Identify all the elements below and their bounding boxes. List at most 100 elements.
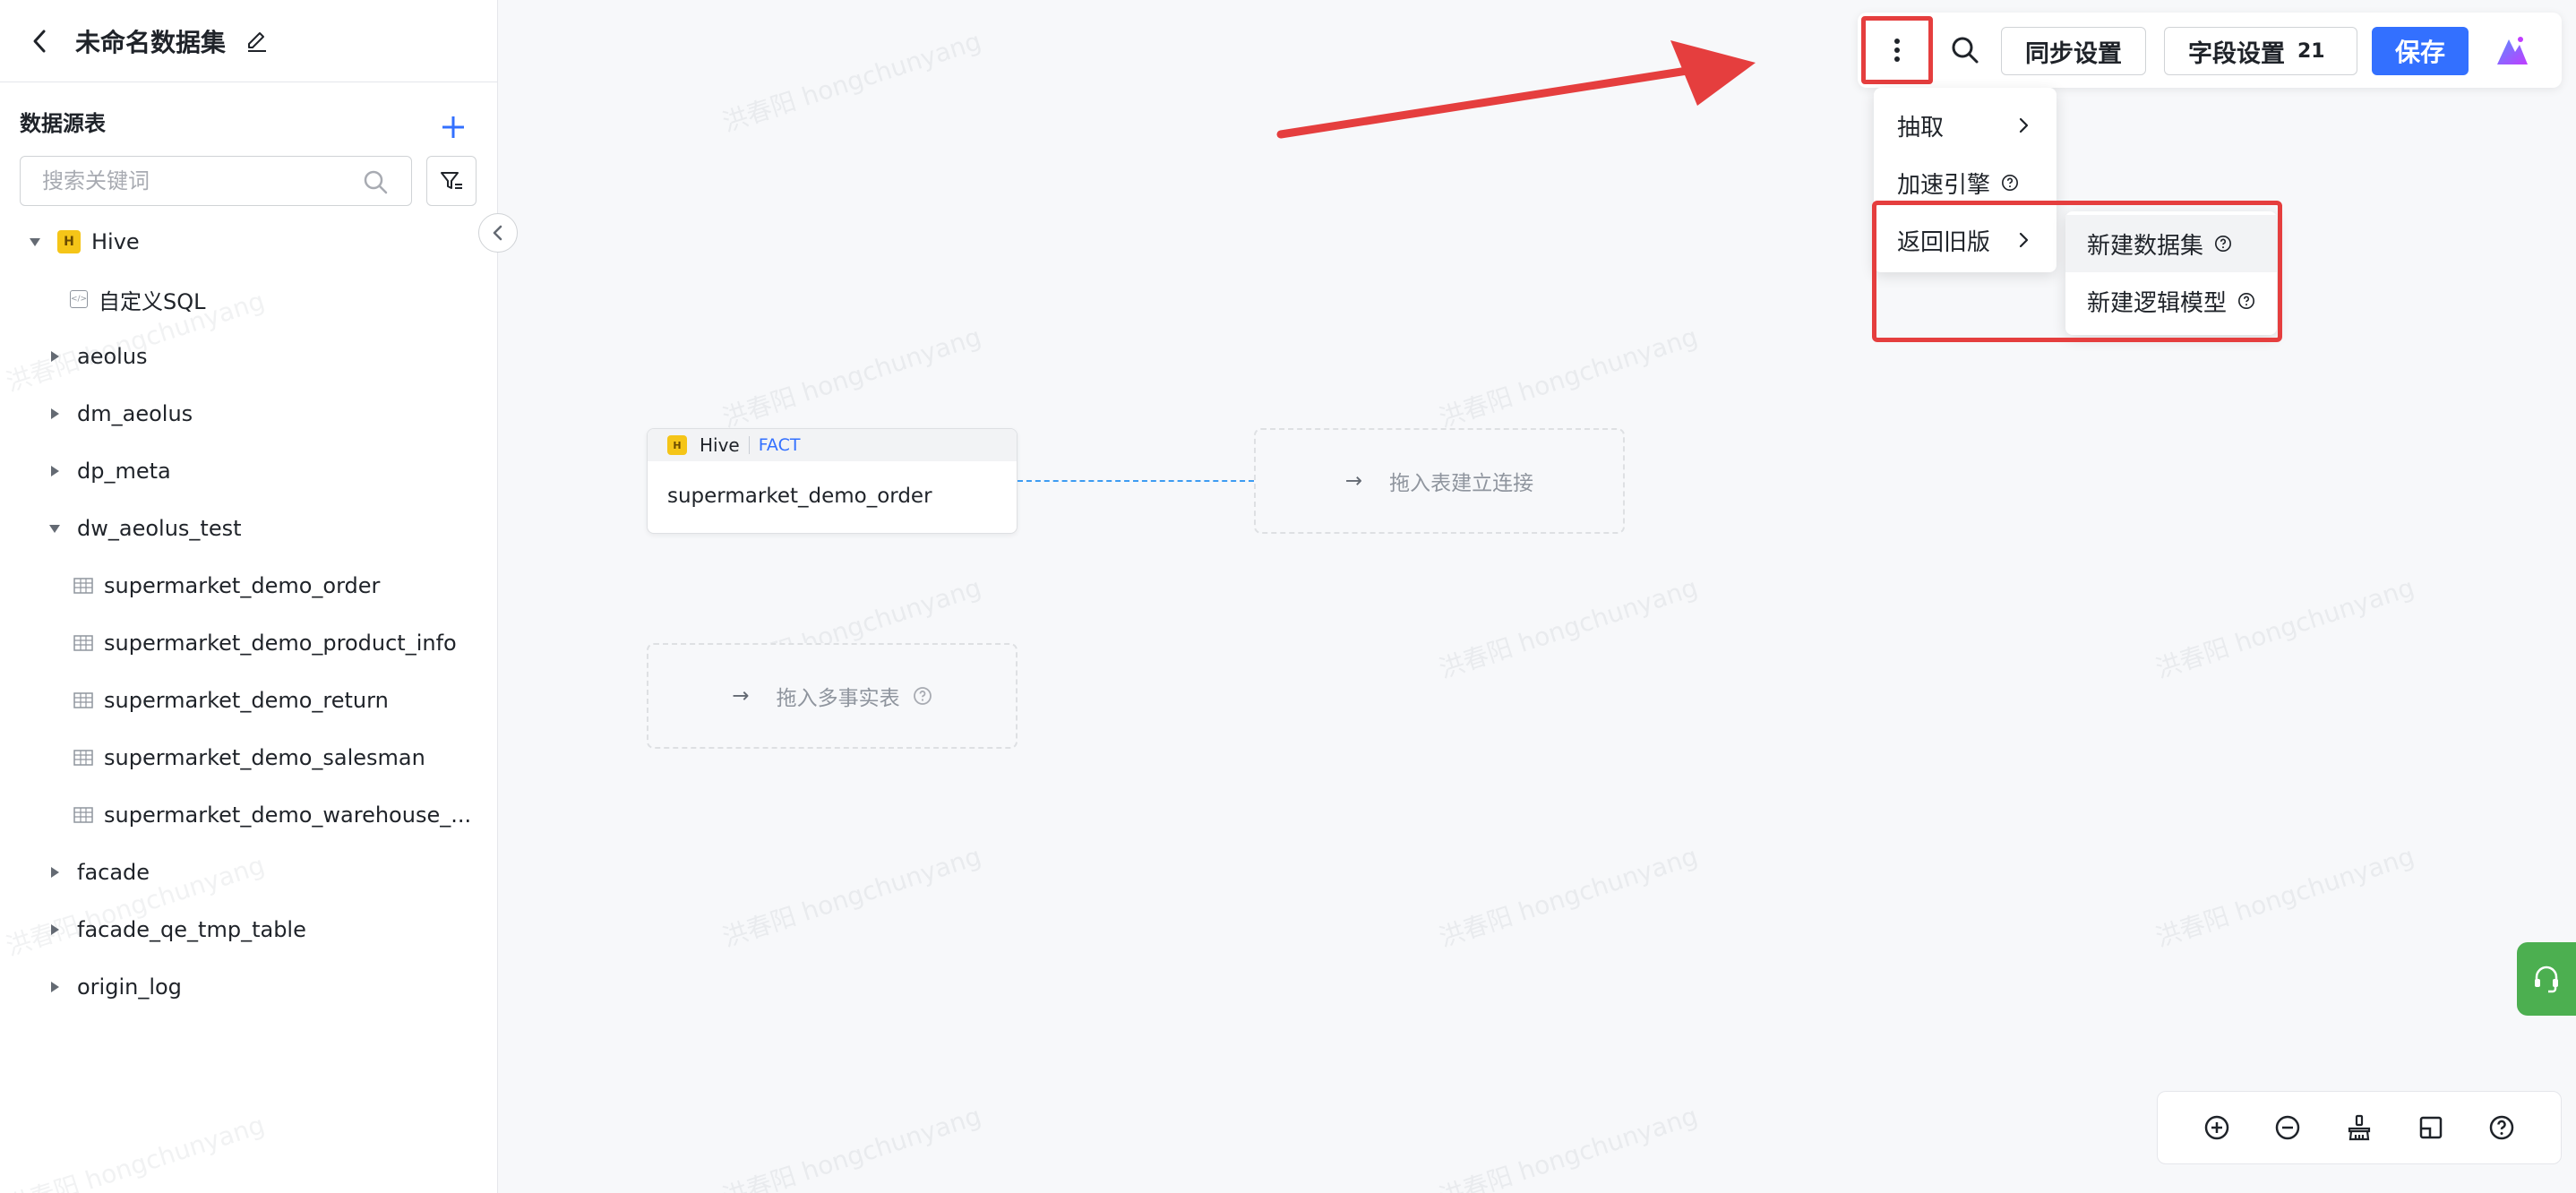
tree-db-dw-aeolus-test[interactable]: dw_aeolus_test bbox=[0, 500, 498, 557]
caret-right-icon[interactable] bbox=[48, 866, 61, 879]
fact-tag: FACT bbox=[758, 435, 801, 455]
field-settings-button[interactable]: 字段设置 21 bbox=[2164, 27, 2357, 75]
caret-right-icon[interactable] bbox=[48, 981, 61, 993]
tree-item-label: supermarket_demo_product_info bbox=[104, 631, 457, 656]
divider bbox=[748, 436, 750, 454]
tree-db-origin-log[interactable]: origin_log bbox=[0, 958, 498, 1016]
sql-icon: </> bbox=[70, 290, 88, 308]
tree-item-label: origin_log bbox=[77, 974, 182, 1000]
arrow-right-icon: → bbox=[732, 684, 750, 708]
filter-icon bbox=[441, 172, 462, 189]
sidebar-header: 未命名数据集 bbox=[0, 0, 497, 82]
annotation-arrow bbox=[1276, 40, 1756, 139]
table-icon bbox=[73, 635, 93, 651]
menu-item-extract[interactable]: 抽取 bbox=[1874, 97, 2057, 154]
tree-item-label: dm_aeolus bbox=[77, 401, 193, 426]
headset-icon bbox=[2535, 966, 2558, 993]
collapse-sidebar-button[interactable] bbox=[478, 213, 518, 253]
caret-right-icon[interactable] bbox=[48, 408, 61, 420]
watermark: 洪春阳 hongchunyang bbox=[1435, 322, 1702, 433]
tree-table[interactable]: supermarket_demo_return bbox=[0, 672, 498, 729]
caret-right-icon[interactable] bbox=[48, 350, 61, 363]
field-settings-label: 字段设置 bbox=[2188, 39, 2285, 68]
tree-root-hive[interactable]: H Hive bbox=[0, 213, 498, 270]
join-drop-zone[interactable]: → 拖入表建立连接 bbox=[1254, 428, 1625, 534]
menu-item-label: 加速引擎 bbox=[1897, 171, 1991, 199]
help-icon[interactable] bbox=[2487, 1113, 2516, 1142]
search-icon[interactable] bbox=[363, 169, 388, 194]
watermark: 洪春阳 hongchunyang bbox=[718, 1101, 985, 1193]
table-icon bbox=[73, 692, 93, 708]
help-icon[interactable] bbox=[913, 686, 932, 706]
node-source-label: Hive bbox=[700, 434, 740, 456]
add-source-button[interactable] bbox=[437, 111, 469, 143]
fit-view-icon[interactable] bbox=[2417, 1113, 2445, 1142]
save-button[interactable]: 保存 bbox=[2372, 27, 2469, 75]
zoom-in-icon[interactable] bbox=[2202, 1113, 2231, 1142]
ai-assistant-icon[interactable] bbox=[2494, 32, 2531, 70]
menu-item-label: 抽取 bbox=[1897, 114, 1945, 142]
tree-item-label: facade_qe_tmp_table bbox=[77, 917, 306, 942]
multi-fact-drop-zone[interactable]: → 拖入多事实表 bbox=[647, 643, 1018, 749]
tree-item-label: supermarket_demo_warehouse_... bbox=[104, 802, 472, 828]
filter-button[interactable] bbox=[426, 156, 477, 206]
top-toolbar: 同步设置 字段设置 21 保存 bbox=[1858, 13, 2562, 88]
drop-zone-label: 拖入多事实表 bbox=[776, 687, 900, 710]
canvas-zoom-toolbar bbox=[2157, 1091, 2562, 1164]
watermark: 洪春阳 hongchunyang bbox=[1435, 572, 1702, 684]
node-table-name: supermarket_demo_order bbox=[667, 485, 932, 508]
tree-item-custom-sql[interactable]: </> 自定义SQL bbox=[0, 270, 498, 328]
tree-item-label: supermarket_demo_return bbox=[104, 688, 389, 713]
node-header: H Hive FACT bbox=[648, 429, 1017, 461]
edit-icon[interactable] bbox=[244, 28, 270, 55]
tree-item-label: supermarket_demo_salesman bbox=[104, 745, 425, 770]
more-button[interactable] bbox=[1861, 16, 1933, 84]
tree-item-label: Hive bbox=[91, 229, 140, 254]
clear-canvas-icon[interactable] bbox=[2345, 1113, 2374, 1142]
source-tree: H Hive </> 自定义SQL aeolus dm_aeolus dp_me… bbox=[0, 213, 498, 1016]
search-icon[interactable] bbox=[1949, 34, 1981, 66]
caret-down-icon[interactable] bbox=[29, 236, 41, 248]
tree-db-dm-aeolus[interactable]: dm_aeolus bbox=[0, 385, 498, 442]
field-count-badge: 21 bbox=[2297, 39, 2325, 63]
watermark: 洪春阳 hongchunyang bbox=[718, 841, 985, 953]
caret-right-icon[interactable] bbox=[48, 923, 61, 936]
tree-table[interactable]: supermarket_demo_product_info bbox=[0, 614, 498, 672]
join-connector-line bbox=[1018, 480, 1254, 482]
tree-item-label: facade bbox=[77, 860, 150, 885]
zoom-out-icon[interactable] bbox=[2273, 1113, 2302, 1142]
fact-table-node[interactable]: H Hive FACT supermarket_demo_order bbox=[647, 428, 1018, 534]
tree-table[interactable]: supermarket_demo_order bbox=[0, 557, 498, 614]
back-icon[interactable] bbox=[27, 29, 52, 54]
help-icon bbox=[2002, 175, 2019, 191]
watermark: 洪春阳 hongchunyang bbox=[718, 322, 985, 433]
tree-db-dp-meta[interactable]: dp_meta bbox=[0, 442, 498, 500]
tree-item-label: dp_meta bbox=[77, 459, 171, 484]
tree-item-label: dw_aeolus_test bbox=[77, 516, 242, 541]
caret-right-icon[interactable] bbox=[48, 465, 61, 477]
chevron-left-icon bbox=[493, 225, 502, 241]
tree-db-aeolus[interactable]: aeolus bbox=[0, 328, 498, 385]
watermark: 洪春阳 hongchunyang bbox=[2151, 572, 2418, 684]
tree-table[interactable]: supermarket_demo_salesman bbox=[0, 729, 498, 786]
watermark: 洪春阳 hongchunyang bbox=[1435, 841, 1702, 953]
tree-table[interactable]: supermarket_demo_warehouse_... bbox=[0, 786, 498, 844]
table-icon bbox=[73, 807, 93, 823]
tree-item-label: supermarket_demo_order bbox=[104, 573, 381, 598]
dataset-title: 未命名数据集 bbox=[75, 27, 227, 57]
customer-support-button[interactable] bbox=[2517, 942, 2576, 1016]
table-icon bbox=[73, 578, 93, 594]
search-input[interactable] bbox=[42, 168, 347, 193]
hive-icon: H bbox=[57, 230, 81, 253]
tree-item-label: aeolus bbox=[77, 344, 148, 369]
watermark: 洪春阳 hongchunyang bbox=[2151, 841, 2418, 953]
caret-down-icon[interactable] bbox=[48, 522, 61, 535]
sync-settings-button[interactable]: 同步设置 bbox=[2001, 27, 2146, 75]
tree-db-facade-qe-tmp-table[interactable]: facade_qe_tmp_table bbox=[0, 901, 498, 958]
search-box bbox=[20, 156, 412, 206]
tree-db-facade[interactable]: facade bbox=[0, 844, 498, 901]
more-vertical-icon bbox=[1894, 39, 1900, 62]
data-source-sidebar: 未命名数据集 数据源表 H Hive </> 自定义SQL aeolus bbox=[0, 0, 498, 1193]
hive-icon: H bbox=[667, 435, 687, 455]
section-title: 数据源表 bbox=[20, 111, 106, 136]
